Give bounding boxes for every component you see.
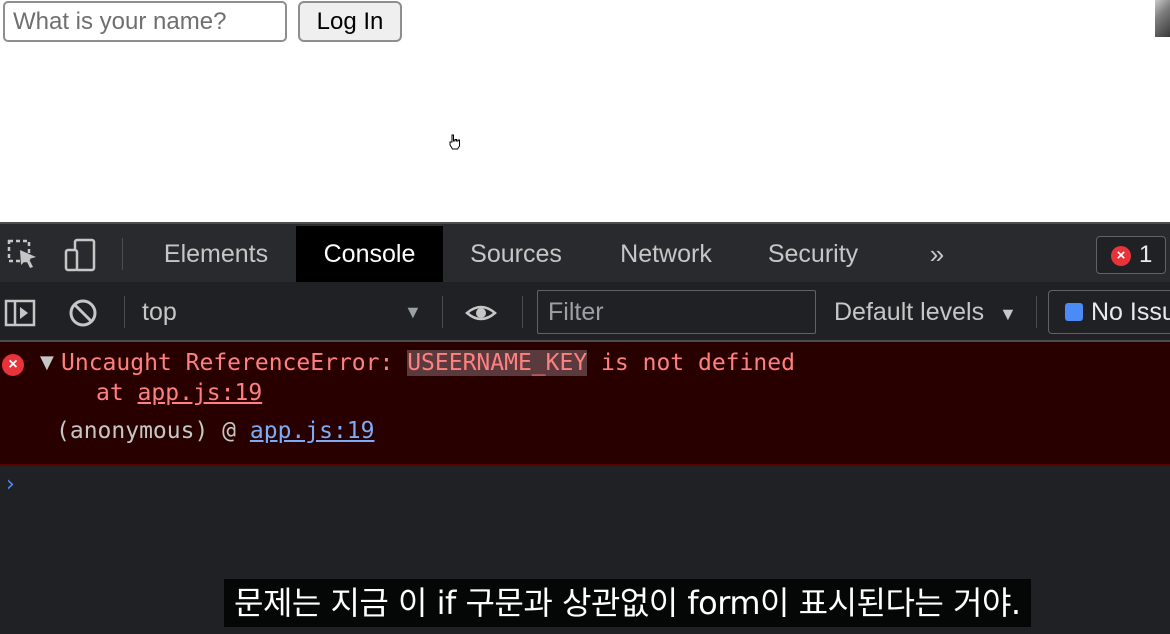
console-prompt-chevron-icon[interactable]: › [6,472,15,497]
issues-label: No Issues [1091,298,1170,326]
error-suffix: is not defined [587,350,795,376]
tab-console[interactable]: Console [296,226,443,282]
levels-dropdown-arrow-icon: ▼ [999,304,1017,324]
hand-cursor-icon [449,134,460,150]
toolbar-divider [1036,296,1037,328]
expand-triangle-icon[interactable]: ▼ [40,352,54,373]
log-levels-label: Default levels [834,298,985,326]
context-selector[interactable]: top [142,282,177,342]
error-text: Uncaught ReferenceError: USEERNAME_KEY i… [61,350,795,376]
toolbar-divider [442,296,443,328]
tab-sources[interactable]: Sources [452,226,580,282]
console-filter-input[interactable] [537,290,816,334]
device-toolbar-icon[interactable] [63,238,97,272]
corner-image [1155,0,1170,37]
tab-network[interactable]: Network [604,226,728,282]
error-count: 1 [1139,241,1153,268]
anonymous-source-link[interactable]: app.js:19 [250,418,375,444]
console-toolbar: top ▼ Default levels ▼ No Issues [0,282,1170,342]
error-highlight: USEERNAME_KEY [407,350,588,376]
context-dropdown-arrow-icon[interactable]: ▼ [404,282,422,342]
clear-console-icon[interactable] [67,297,99,329]
stack-at: at [96,380,138,406]
name-input[interactable] [3,1,287,42]
toolbar-divider [124,296,125,328]
devtools-tabbar: Elements Console Sources Network Securit… [0,222,1170,282]
tab-security[interactable]: Security [752,226,874,282]
issues-button[interactable]: No Issues [1048,290,1170,334]
toolbar-divider [522,296,523,328]
more-tabs-chevron-icon[interactable]: » [920,226,954,282]
error-icon: × [2,354,24,376]
web-page: Log In [0,0,1170,222]
error-count-badge[interactable]: × 1 [1096,236,1166,274]
devtools-panel: Elements Console Sources Network Securit… [0,222,1170,634]
video-subtitle: 문제는 지금 이 if 구문과 상관없이 form이 표시된다는 거야. [224,579,1031,627]
inspect-element-icon[interactable] [6,238,40,272]
anonymous-source-line: (anonymous) @ app.js:19 [56,418,375,444]
stack-trace-line: at app.js:19 [96,380,262,406]
stack-source-link[interactable]: app.js:19 [138,380,263,406]
error-x-icon: × [1111,246,1131,266]
live-expression-eye-icon[interactable] [465,297,497,329]
toolbar-divider [122,238,123,270]
tab-elements[interactable]: Elements [144,226,288,282]
log-levels-dropdown[interactable]: Default levels ▼ [834,282,1017,344]
show-sidebar-icon[interactable] [4,297,36,329]
console-error-message: × ▼ Uncaught ReferenceError: USEERNAME_K… [0,342,1170,466]
anonymous-label: (anonymous) @ [56,418,250,444]
login-button[interactable]: Log In [298,1,402,42]
issues-flag-icon [1065,303,1083,321]
error-prefix: Uncaught ReferenceError: [61,350,408,376]
